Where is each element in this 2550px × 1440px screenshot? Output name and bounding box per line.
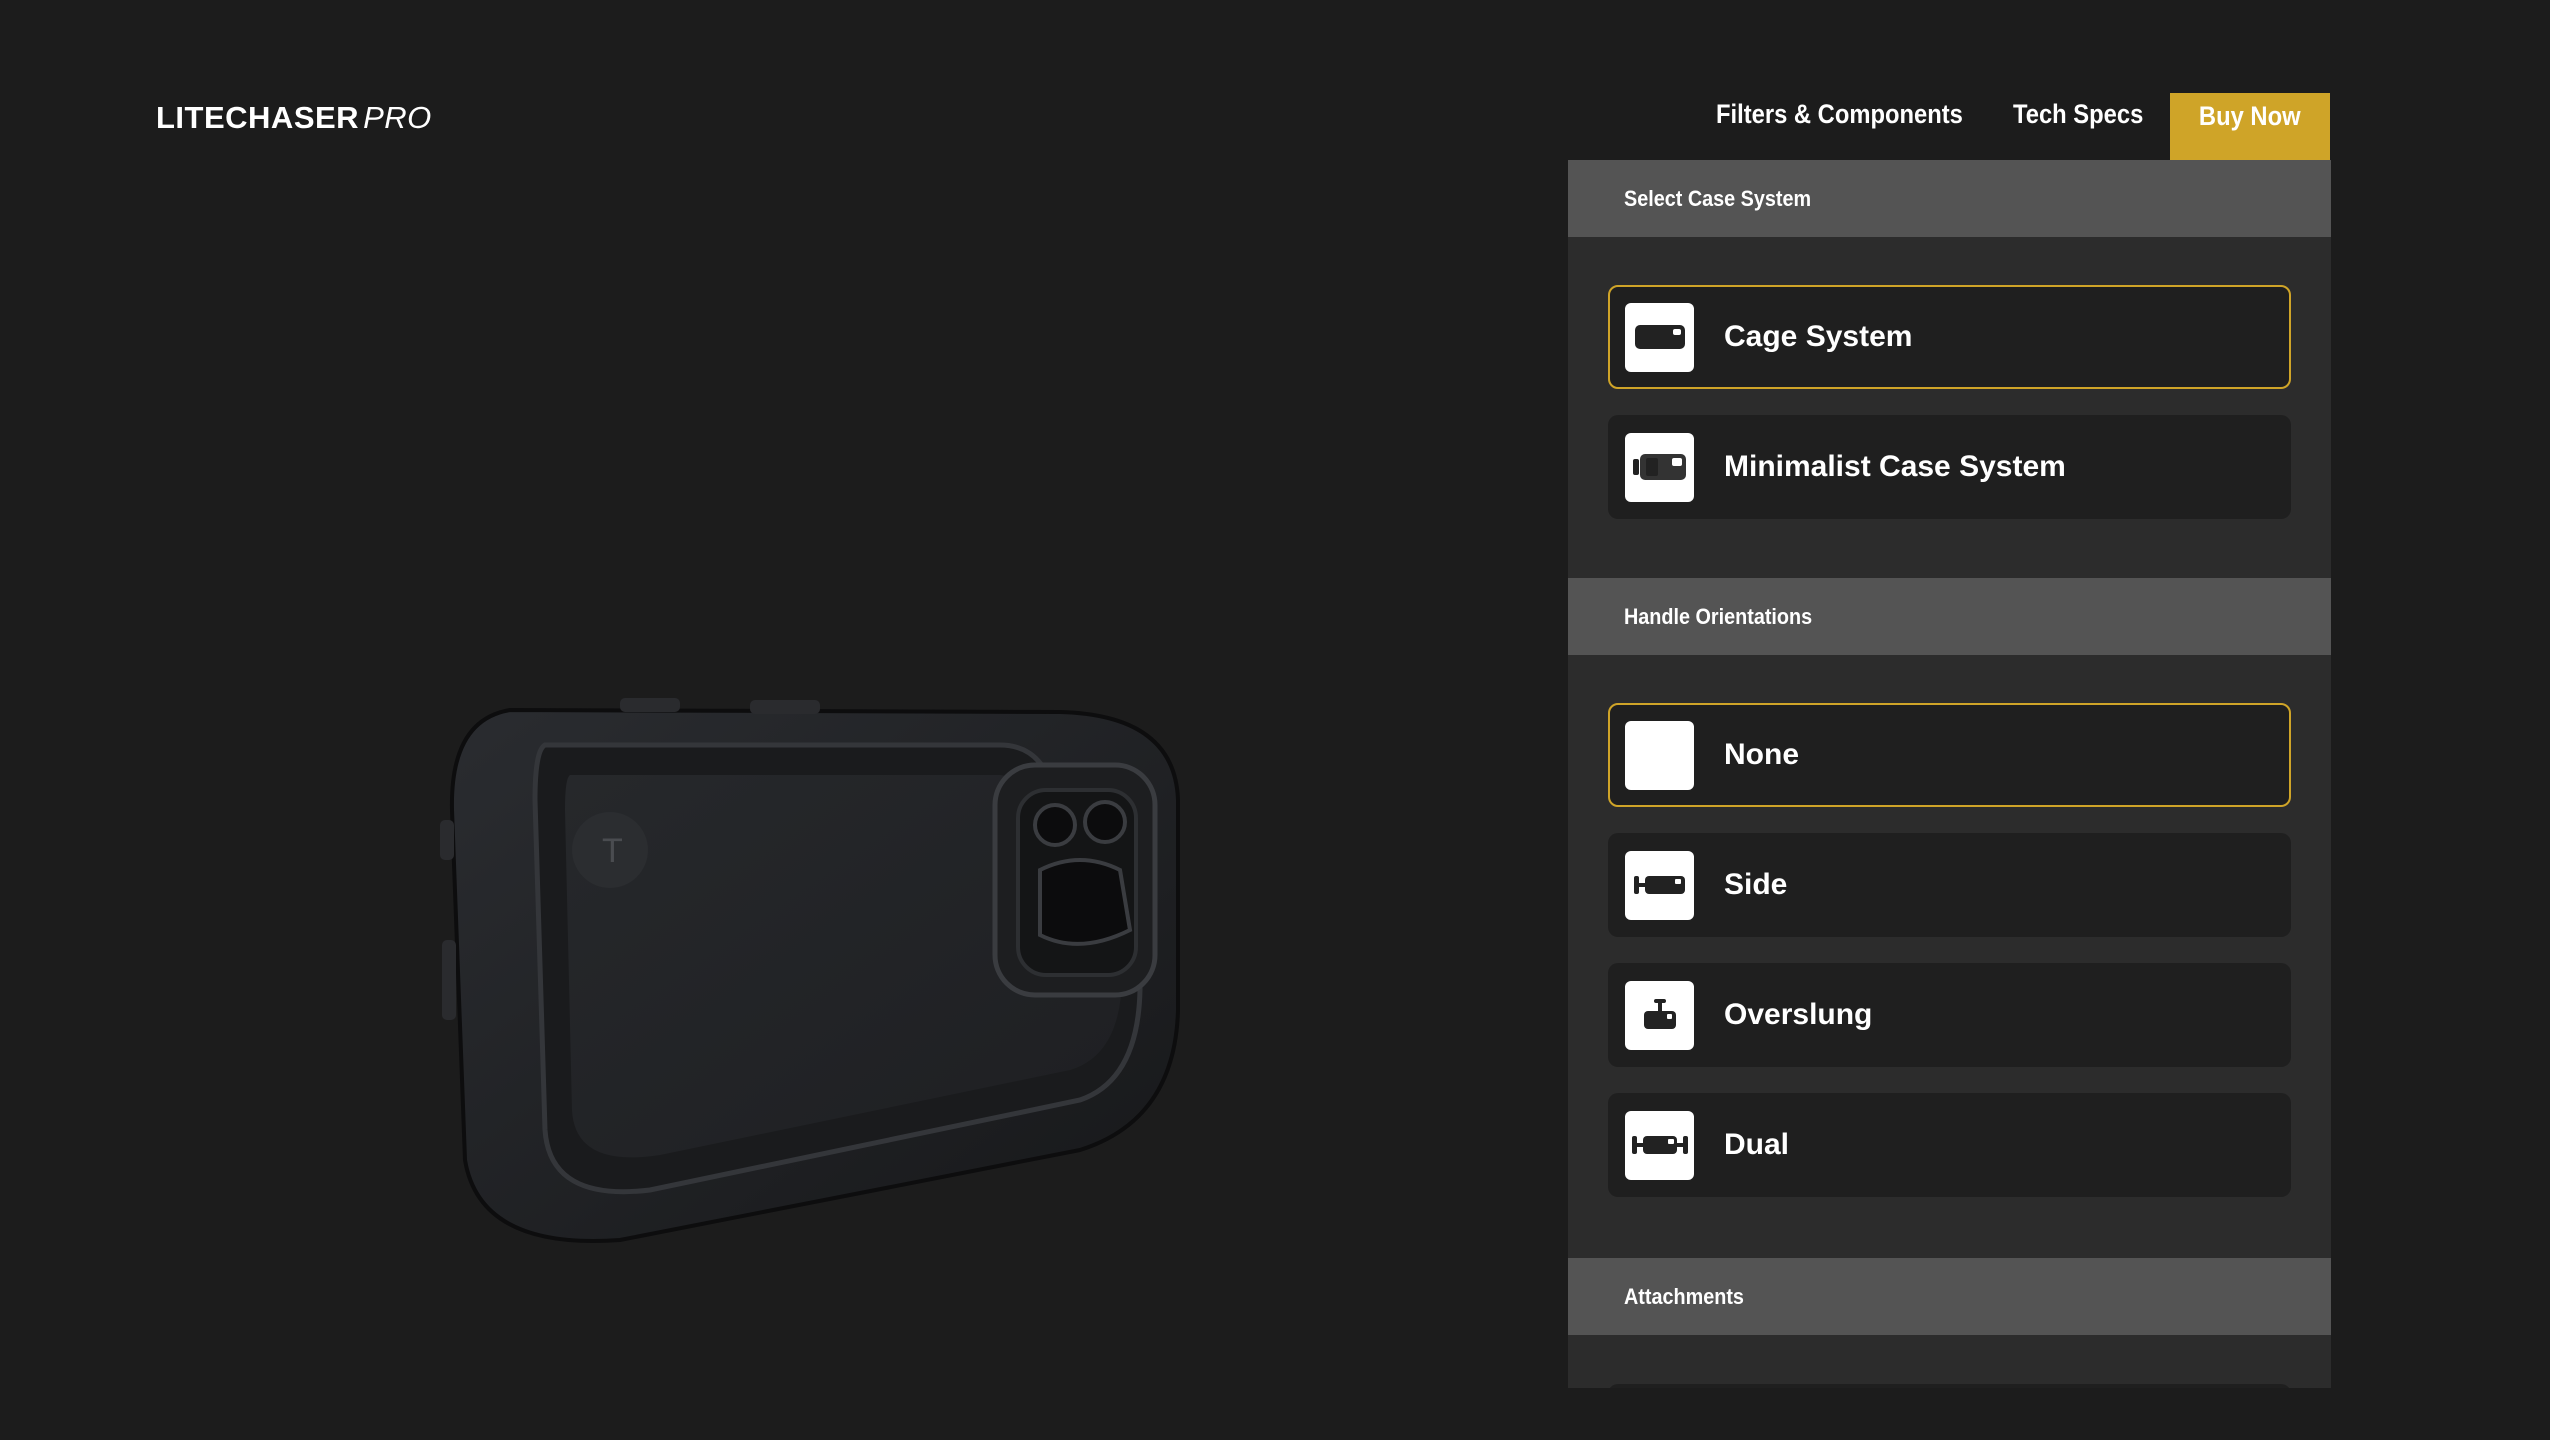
buy-now-label: Buy Now <box>2199 101 2301 131</box>
option-handle-none[interactable]: None <box>1608 703 2291 807</box>
buy-now-button[interactable]: Buy Now <box>2170 93 2330 160</box>
side-handle-icon <box>1625 850 1694 920</box>
product-image: T <box>440 690 1200 1250</box>
minimalist-case-icon <box>1625 432 1694 502</box>
option-label: Minimalist Case System <box>1724 450 2066 483</box>
overslung-handle-icon <box>1625 980 1694 1050</box>
option-label: Dual <box>1724 1128 1790 1161</box>
handle-orientations-title: Handle Orientations <box>1624 603 1813 629</box>
attachments-title: Attachments <box>1624 1283 1744 1309</box>
option-handle-overslung[interactable]: Overslung <box>1608 963 2291 1067</box>
nav-tech-specs-link[interactable]: Tech Specs <box>2013 93 2143 160</box>
brand-logo[interactable]: LITECHASER PRO <box>156 100 432 136</box>
attachments-header: Attachments <box>1568 1258 2331 1335</box>
svg-text:T: T <box>602 832 623 870</box>
brand-name: LITECHASER <box>156 100 360 135</box>
option-handle-side[interactable]: Side <box>1608 833 2291 937</box>
blank-icon <box>1625 720 1694 790</box>
case-system-header: Select Case System <box>1568 160 2331 237</box>
option-minimalist-case-system[interactable]: Minimalist Case System <box>1608 415 2291 519</box>
option-label: Cage System <box>1724 320 1913 353</box>
cage-case-icon <box>1625 302 1694 372</box>
nav-filters-components-link[interactable]: Filters & Components <box>1716 93 1963 160</box>
option-label: Side <box>1724 868 1788 901</box>
configurator-panel: Select Case System Cage System Minimalis… <box>1568 160 2331 1388</box>
dual-handle-icon <box>1625 1110 1694 1180</box>
option-label: None <box>1724 738 1799 771</box>
brand-suffix: PRO <box>363 100 432 135</box>
case-system-title: Select Case System <box>1624 185 1812 211</box>
option-cage-system[interactable]: Cage System <box>1608 285 2291 389</box>
attachment-option-peek[interactable] <box>1608 1384 2291 1388</box>
option-label: Overslung <box>1724 998 1873 1031</box>
handle-orientations-header: Handle Orientations <box>1568 578 2331 655</box>
option-handle-dual[interactable]: Dual <box>1608 1093 2291 1197</box>
